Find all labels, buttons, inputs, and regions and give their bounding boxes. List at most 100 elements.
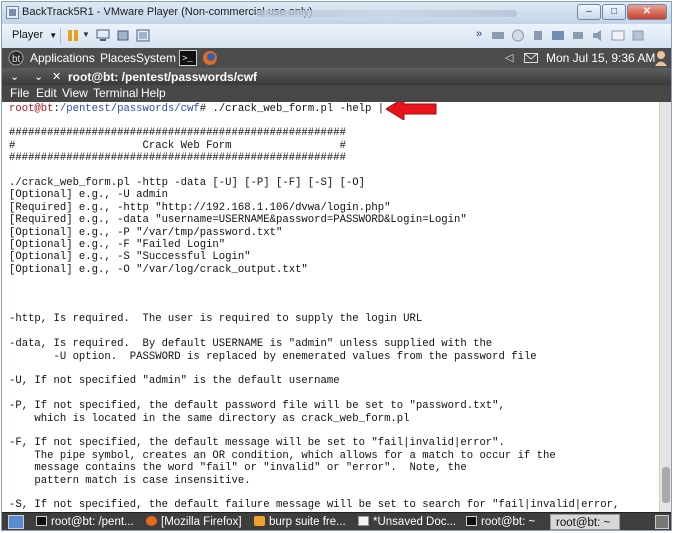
- terminal-window-menu-icon[interactable]: ⌄: [10, 70, 19, 83]
- terminal-line: [Optional] e.g., -F "Failed Login": [9, 239, 226, 251]
- menu-help[interactable]: Help: [141, 86, 166, 100]
- vmware-title-bar: BackTrack5R1 - VMware Player (Non-commer…: [2, 2, 671, 24]
- volume-icon[interactable]: ◁: [505, 51, 513, 64]
- user-icon[interactable]: [654, 50, 668, 66]
- terminal-launcher-icon[interactable]: >_: [179, 50, 197, 66]
- removable-device-icon[interactable]: [116, 29, 130, 42]
- device-overflow-icon[interactable]: »: [476, 28, 482, 40]
- taskbar-item-terminal-active[interactable]: root@bt: ~: [550, 514, 620, 530]
- firefox-launcher-icon[interactable]: [202, 50, 218, 66]
- prompt-user: root@bt: [9, 103, 54, 115]
- places-menu[interactable]: Places: [100, 51, 136, 65]
- minimize-button[interactable]: –: [577, 4, 601, 20]
- network-icon[interactable]: [96, 29, 110, 42]
- taskbar-item-label: root@bt: ~: [556, 517, 611, 529]
- vmware-window: BackTrack5R1 - VMware Player (Non-commer…: [1, 1, 672, 531]
- pause-dropdown-icon[interactable]: ▼: [82, 30, 90, 39]
- bottom-taskbar: root@bt: /pent... [Mozilla Firefox] burp…: [2, 512, 671, 530]
- terminal-line: [Required] e.g., -http "http://192.168.1…: [9, 201, 391, 214]
- printer-icon[interactable]: [571, 29, 585, 42]
- command-text: ./crack_web_form.pl -help | more: [206, 103, 416, 115]
- workspace-switcher-icon[interactable]: [655, 515, 669, 529]
- player-label: Player: [12, 29, 44, 41]
- taskbar-item-firefox[interactable]: [Mozilla Firefox]: [144, 514, 248, 530]
- taskbar-item-label: root@bt: ~: [481, 516, 536, 528]
- taskbar-item-editor[interactable]: *Unsaved Doc...: [356, 514, 460, 530]
- blurred-title-area: [257, 10, 517, 17]
- terminal-line: pattern match is case insensitive.: [9, 474, 251, 487]
- terminal-scrollbar[interactable]: [659, 102, 671, 512]
- annotation-arrow-icon: [386, 102, 437, 120]
- terminal-line: # Crack Web Form #: [9, 139, 346, 152]
- toolbar-separator: [60, 28, 61, 44]
- vmware-app-icon: [6, 6, 19, 19]
- terminal-line: -U, If not specified "admin" is the defa…: [9, 375, 340, 388]
- terminal-menu-bar: File Edit View Terminal Help: [2, 85, 671, 102]
- network-adapter-icon[interactable]: [551, 29, 565, 42]
- terminal-line: message contains the word "fail" or "inv…: [9, 462, 467, 475]
- terminal-line: ./crack_web_form.pl -http -data [-U] [-P…: [9, 177, 366, 189]
- vmware-toolbar: Player ▼ ▼ »: [2, 24, 671, 49]
- taskbar-item-terminal-pentest[interactable]: root@bt: /pent...: [34, 514, 140, 530]
- terminal-title: root@bt: /pentest/passwords/cwf: [68, 70, 258, 84]
- terminal-line: which is located in the same directory a…: [9, 412, 410, 425]
- fullscreen-icon[interactable]: [136, 29, 150, 42]
- system-menu[interactable]: System: [136, 51, 176, 65]
- terminal-output[interactable]: root@bt:/pentest/passwords/cwf# ./crack_…: [2, 102, 659, 512]
- terminal-line: ########################################…: [9, 152, 346, 165]
- terminal-line: [Optional] e.g., -O "/var/log/crack_outp…: [9, 263, 308, 276]
- menu-edit[interactable]: Edit: [36, 86, 57, 100]
- terminal-line: -F, If not specified, the default messag…: [9, 437, 505, 450]
- terminal-icon: [36, 516, 47, 526]
- sound-icon[interactable]: [591, 29, 605, 42]
- terminal-minimize-icon[interactable]: ⌄: [34, 70, 43, 83]
- menu-file[interactable]: File: [10, 86, 29, 100]
- command-line: root@bt:/pentest/passwords/cwf# ./crack_…: [9, 103, 416, 115]
- panel-clock[interactable]: Mon Jul 15, 9:36 AM: [546, 51, 655, 65]
- terminal-line: The pipe symbol, creates an OR condition…: [9, 449, 556, 462]
- menu-view[interactable]: View: [62, 86, 88, 100]
- mail-icon[interactable]: [524, 53, 538, 63]
- hard-disk-icon[interactable]: [491, 29, 505, 42]
- firefox-icon: [146, 516, 157, 526]
- terminal-line: -data, Is required. By default USERNAME …: [9, 338, 493, 351]
- usb-icon[interactable]: [531, 29, 545, 42]
- menu-terminal[interactable]: Terminal: [93, 86, 138, 100]
- taskbar-item-label: *Unsaved Doc...: [373, 516, 457, 528]
- applications-menu[interactable]: Applications: [30, 51, 95, 65]
- pause-icon[interactable]: [66, 29, 80, 42]
- terminal-close-icon[interactable]: ✕: [52, 70, 61, 83]
- taskbar-item-terminal-home[interactable]: root@bt: ~: [464, 514, 546, 530]
- cd-rom-icon[interactable]: [511, 29, 525, 42]
- editor-icon: [358, 516, 369, 526]
- svg-text:>_: >_: [182, 54, 193, 64]
- taskbar-item-burp[interactable]: burp suite fre...: [252, 514, 352, 530]
- close-button[interactable]: ✕: [627, 4, 667, 20]
- prompt-path: /pentest/passwords/cwf: [59, 103, 200, 115]
- taskbar-item-label: root@bt: /pent...: [51, 516, 134, 528]
- message-icon[interactable]: [611, 29, 625, 42]
- show-desktop-icon[interactable]: [8, 515, 24, 529]
- svg-text:bt: bt: [12, 54, 21, 65]
- terminal-line: [Required] e.g., -data "username=USERNAM…: [9, 214, 467, 227]
- terminal-title-bar: ⌄ ⌄ ✕ root@bt: /pentest/passwords/cwf: [2, 68, 671, 85]
- player-menu-button[interactable]: Player ▼: [8, 27, 61, 44]
- scrollbar-thumb[interactable]: [662, 467, 670, 503]
- burp-icon: [254, 516, 265, 526]
- terminal-line: [Optional] e.g., -P "/var/tmp/password.t…: [9, 226, 283, 239]
- taskbar-item-label: burp suite fre...: [269, 516, 346, 528]
- terminal-line: ########################################…: [9, 127, 346, 140]
- taskbar-item-label: [Mozilla Firefox]: [161, 516, 242, 528]
- terminal-line: [Optional] e.g., -S "Successful Login": [9, 251, 251, 264]
- maximize-button[interactable]: □: [602, 4, 626, 20]
- chevron-down-icon: ▼: [49, 31, 58, 40]
- gnome-top-panel: bt Applications Places System >_ ◁ Mon J…: [2, 48, 671, 68]
- terminal-line: -http, Is required. The user is required…: [9, 313, 423, 326]
- terminal-line: -P, If not specified, the default passwo…: [9, 400, 505, 413]
- terminal-line: -U option. PASSWORD is replaced by eneme…: [9, 350, 537, 363]
- terminal-icon: [466, 516, 477, 526]
- devices-icon[interactable]: [631, 29, 645, 42]
- terminal-line: [Optional] e.g., -U admin: [9, 189, 168, 202]
- terminal-line: -S, If not specified, the default failur…: [9, 499, 620, 512]
- backtrack-logo-icon: bt: [8, 50, 24, 66]
